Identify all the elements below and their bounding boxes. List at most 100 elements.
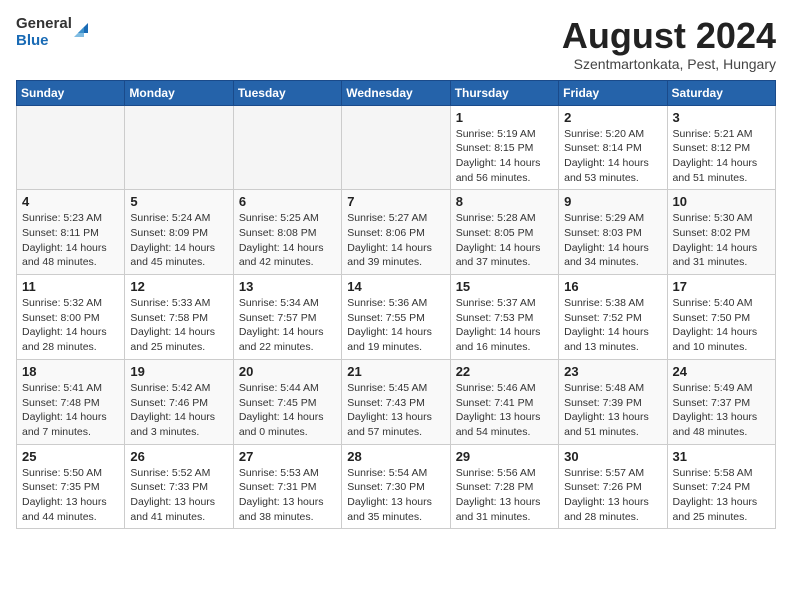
day-info: Sunrise: 5:46 AMSunset: 7:41 PMDaylight:…: [456, 381, 553, 440]
calendar-cell: 3Sunrise: 5:21 AMSunset: 8:12 PMDaylight…: [667, 105, 775, 190]
day-number: 17: [673, 279, 770, 294]
weekday-header: Saturday: [667, 80, 775, 105]
logo-triangle-icon: [74, 19, 92, 42]
calendar-cell: 20Sunrise: 5:44 AMSunset: 7:45 PMDayligh…: [233, 359, 341, 444]
day-info: Sunrise: 5:37 AMSunset: 7:53 PMDaylight:…: [456, 296, 553, 355]
calendar-cell: 13Sunrise: 5:34 AMSunset: 7:57 PMDayligh…: [233, 275, 341, 360]
day-number: 18: [22, 364, 119, 379]
day-info: Sunrise: 5:41 AMSunset: 7:48 PMDaylight:…: [22, 381, 119, 440]
location-subtitle: Szentmartonkata, Pest, Hungary: [562, 56, 776, 72]
weekday-header: Tuesday: [233, 80, 341, 105]
day-number: 16: [564, 279, 661, 294]
calendar-cell: 12 Sunrise: 5:33 AMSunset: 7:58 PMDayligh…: [125, 275, 233, 360]
calendar-cell: 2 Sunrise: 5:20 AMSunset: 8:14 PMDaylight…: [559, 105, 667, 190]
calendar-week-row: 4 Sunrise: 5:23 AMSunset: 8:11 PMDaylight…: [17, 190, 776, 275]
day-number: 7: [347, 194, 444, 209]
calendar-cell: 15 Sunrise: 5:37 AMSunset: 7:53 PMDayligh…: [450, 275, 558, 360]
day-info: Sunrise: 5:50 AMSunset: 7:35 PMDaylight:…: [22, 466, 119, 525]
day-number: 22: [456, 364, 553, 379]
day-number: 11: [22, 279, 119, 294]
day-number: 5: [130, 194, 227, 209]
day-number: 20: [239, 364, 336, 379]
calendar-cell: 1 Sunrise: 5:19 AMSunset: 8:15 PMDaylight…: [450, 105, 558, 190]
day-number: 4: [22, 194, 119, 209]
calendar-cell: 6 Sunrise: 5:25 AMSunset: 8:08 PMDaylight…: [233, 190, 341, 275]
day-info: Sunrise: 5:20 AMSunset: 8:14 PMDaylight:…: [564, 127, 661, 186]
day-info: Sunrise: 5:19 AMSunset: 8:15 PMDaylight:…: [456, 127, 553, 186]
calendar-cell: 8Sunrise: 5:28 AMSunset: 8:05 PMDaylight…: [450, 190, 558, 275]
day-info: Sunrise: 5:38 AMSunset: 7:52 PMDaylight:…: [564, 296, 661, 355]
day-number: 19: [130, 364, 227, 379]
month-title: August 2024: [562, 16, 776, 56]
calendar-cell: 27Sunrise: 5:53 AMSunset: 7:31 PMDayligh…: [233, 444, 341, 529]
weekday-header: Sunday: [17, 80, 125, 105]
calendar-cell: [17, 105, 125, 190]
calendar-week-row: 11 Sunrise: 5:32 AMSunset: 8:00 PMDayligh…: [17, 275, 776, 360]
day-info: Sunrise: 5:48 AMSunset: 7:39 PMDaylight:…: [564, 381, 661, 440]
day-info: Sunrise: 5:53 AMSunset: 7:31 PMDaylight:…: [239, 466, 336, 525]
day-info: Sunrise: 5:24 AMSunset: 8:09 PMDaylight:…: [130, 211, 227, 270]
day-info: Sunrise: 5:30 AMSunset: 8:02 PMDaylight:…: [673, 211, 770, 270]
day-number: 31: [673, 449, 770, 464]
day-number: 12: [130, 279, 227, 294]
day-number: 1: [456, 110, 553, 125]
day-number: 24: [673, 364, 770, 379]
calendar-cell: 10Sunrise: 5:30 AMSunset: 8:02 PMDayligh…: [667, 190, 775, 275]
calendar-week-row: 1 Sunrise: 5:19 AMSunset: 8:15 PMDaylight…: [17, 105, 776, 190]
calendar-cell: 9Sunrise: 5:29 AMSunset: 8:03 PMDaylight…: [559, 190, 667, 275]
calendar-cell: 14 Sunrise: 5:36 AMSunset: 7:55 PMDayligh…: [342, 275, 450, 360]
logo: General Blue: [16, 16, 92, 49]
day-number: 28: [347, 449, 444, 464]
day-info: Sunrise: 5:25 AMSunset: 8:08 PMDaylight:…: [239, 211, 336, 270]
calendar-cell: [233, 105, 341, 190]
weekday-header: Thursday: [450, 80, 558, 105]
day-info: Sunrise: 5:28 AMSunset: 8:05 PMDaylight:…: [456, 211, 553, 270]
day-info: Sunrise: 5:57 AMSunset: 7:26 PMDaylight:…: [564, 466, 661, 525]
calendar-cell: 25 Sunrise: 5:50 AMSunset: 7:35 PMDayligh…: [17, 444, 125, 529]
day-info: Sunrise: 5:56 AMSunset: 7:28 PMDaylight:…: [456, 466, 553, 525]
calendar-header-row: SundayMondayTuesdayWednesdayThursdayFrid…: [17, 80, 776, 105]
day-number: 3: [673, 110, 770, 125]
weekday-header: Monday: [125, 80, 233, 105]
calendar-cell: 26Sunrise: 5:52 AMSunset: 7:33 PMDayligh…: [125, 444, 233, 529]
title-block: August 2024 Szentmartonkata, Pest, Hunga…: [562, 16, 776, 72]
calendar-cell: [125, 105, 233, 190]
day-info: Sunrise: 5:52 AMSunset: 7:33 PMDaylight:…: [130, 466, 227, 525]
calendar-cell: 5 Sunrise: 5:24 AMSunset: 8:09 PMDaylight…: [125, 190, 233, 275]
day-number: 14: [347, 279, 444, 294]
calendar-cell: [342, 105, 450, 190]
calendar-cell: 19Sunrise: 5:42 AMSunset: 7:46 PMDayligh…: [125, 359, 233, 444]
calendar-cell: 22 Sunrise: 5:46 AMSunset: 7:41 PMDayligh…: [450, 359, 558, 444]
day-info: Sunrise: 5:36 AMSunset: 7:55 PMDaylight:…: [347, 296, 444, 355]
day-number: 29: [456, 449, 553, 464]
day-number: 30: [564, 449, 661, 464]
calendar-cell: 16 Sunrise: 5:38 AMSunset: 7:52 PMDayligh…: [559, 275, 667, 360]
day-info: Sunrise: 5:23 AMSunset: 8:11 PMDaylight:…: [22, 211, 119, 270]
day-info: Sunrise: 5:54 AMSunset: 7:30 PMDaylight:…: [347, 466, 444, 525]
calendar-cell: 29 Sunrise: 5:56 AMSunset: 7:28 PMDayligh…: [450, 444, 558, 529]
day-info: Sunrise: 5:40 AMSunset: 7:50 PMDaylight:…: [673, 296, 770, 355]
day-number: 6: [239, 194, 336, 209]
day-info: Sunrise: 5:29 AMSunset: 8:03 PMDaylight:…: [564, 211, 661, 270]
calendar-table: SundayMondayTuesdayWednesdayThursdayFrid…: [16, 80, 776, 530]
day-number: 25: [22, 449, 119, 464]
page-header: General Blue August 2024 Szentmartonkata…: [16, 16, 776, 72]
calendar-cell: 4 Sunrise: 5:23 AMSunset: 8:11 PMDaylight…: [17, 190, 125, 275]
calendar-cell: 24 Sunrise: 5:49 AMSunset: 7:37 PMDayligh…: [667, 359, 775, 444]
calendar-cell: 17 Sunrise: 5:40 AMSunset: 7:50 PMDayligh…: [667, 275, 775, 360]
day-info: Sunrise: 5:49 AMSunset: 7:37 PMDaylight:…: [673, 381, 770, 440]
weekday-header: Friday: [559, 80, 667, 105]
day-number: 15: [456, 279, 553, 294]
calendar-cell: 30 Sunrise: 5:57 AMSunset: 7:26 PMDayligh…: [559, 444, 667, 529]
logo-text: General Blue: [16, 16, 92, 49]
calendar-cell: 11 Sunrise: 5:32 AMSunset: 8:00 PMDayligh…: [17, 275, 125, 360]
day-info: Sunrise: 5:58 AMSunset: 7:24 PMDaylight:…: [673, 466, 770, 525]
day-number: 2: [564, 110, 661, 125]
day-number: 13: [239, 279, 336, 294]
day-info: Sunrise: 5:45 AMSunset: 7:43 PMDaylight:…: [347, 381, 444, 440]
calendar-cell: 7Sunrise: 5:27 AMSunset: 8:06 PMDaylight…: [342, 190, 450, 275]
day-info: Sunrise: 5:32 AMSunset: 8:00 PMDaylight:…: [22, 296, 119, 355]
calendar-cell: 28 Sunrise: 5:54 AMSunset: 7:30 PMDayligh…: [342, 444, 450, 529]
day-info: Sunrise: 5:33 AMSunset: 7:58 PMDaylight:…: [130, 296, 227, 355]
calendar-cell: 21Sunrise: 5:45 AMSunset: 7:43 PMDayligh…: [342, 359, 450, 444]
